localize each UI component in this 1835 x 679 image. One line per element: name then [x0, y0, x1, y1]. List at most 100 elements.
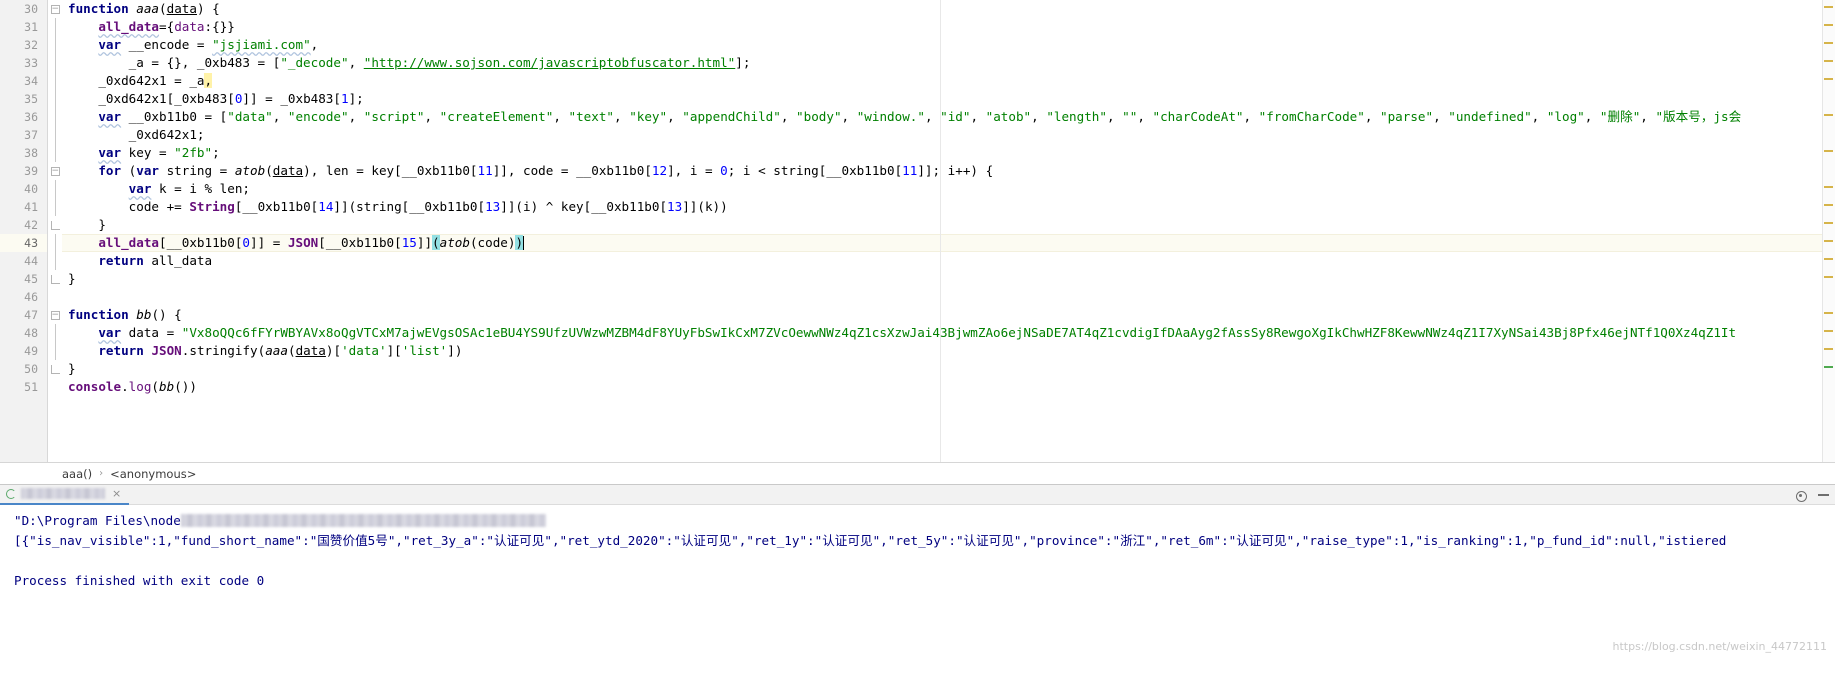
code-line[interactable]: } — [68, 270, 1835, 288]
line-number: 39 — [24, 164, 38, 178]
code-text-pane[interactable]: function aaa(data) { all_data={data:{}} … — [62, 0, 1835, 462]
line-number: 31 — [24, 20, 38, 34]
fold-none — [48, 378, 62, 396]
code-line[interactable]: return JSON.stringify(aaa(data)['data'][… — [68, 342, 1835, 360]
minimize-icon[interactable] — [1818, 494, 1829, 496]
warning-marker[interactable] — [1824, 330, 1833, 332]
code-line[interactable]: code += String[__0xb11b0[14]](string[__0… — [68, 198, 1835, 216]
code-line-current[interactable]: all_data[__0xb11b0[0]] = JSON[__0xb11b0[… — [68, 234, 1835, 252]
fold-line — [48, 18, 62, 36]
ide-window: 30 31 32 33 34 35 36 37 38 39 40 41 42 4… — [0, 0, 1835, 679]
code-line[interactable] — [68, 288, 1835, 306]
warning-marker[interactable] — [1824, 42, 1833, 44]
warning-marker[interactable] — [1824, 204, 1833, 206]
warning-marker[interactable] — [1824, 240, 1833, 242]
code-line[interactable]: } — [68, 360, 1835, 378]
warning-marker[interactable] — [1824, 276, 1833, 278]
code-line[interactable]: function bb() { — [68, 306, 1835, 324]
breadcrumb-item-function[interactable]: aaa() — [62, 467, 92, 481]
code-line[interactable]: } — [68, 216, 1835, 234]
line-number: 34 — [24, 74, 38, 88]
fold-none — [48, 288, 62, 306]
fold-line — [48, 90, 62, 108]
code-folding-gutter[interactable]: − − − — [48, 0, 62, 462]
run-status-icon — [6, 488, 16, 499]
breadcrumb-item-anonymous[interactable]: <anonymous> — [110, 467, 196, 481]
code-line[interactable]: var __encode = "jsjiami.com", — [68, 36, 1835, 54]
code-line[interactable]: _0xd642x1; — [68, 126, 1835, 144]
warning-marker[interactable] — [1824, 60, 1833, 62]
code-line[interactable]: var k = i % len; — [68, 180, 1835, 198]
fold-line — [48, 252, 62, 270]
fold-end-icon[interactable] — [48, 360, 62, 378]
fold-line — [48, 180, 62, 198]
line-number: 44 — [24, 254, 38, 268]
console-command-text: "D:\Program Files\node — [14, 513, 181, 528]
line-number: 40 — [24, 182, 38, 196]
line-number: 49 — [24, 344, 38, 358]
line-number: 50 — [24, 362, 38, 376]
fold-line — [48, 108, 62, 126]
editor-scrollbar-markers[interactable] — [1822, 0, 1835, 462]
fold-end-icon[interactable] — [48, 270, 62, 288]
fold-line — [48, 324, 62, 342]
run-tool-window: × "D:\Program Files\node [{"is_nav_visib… — [0, 484, 1835, 679]
fold-toggle-icon[interactable]: − — [48, 162, 62, 180]
redacted-path — [180, 514, 546, 527]
warning-marker[interactable] — [1824, 348, 1833, 350]
code-line[interactable]: var key = "2fb"; — [68, 144, 1835, 162]
run-window-toolbar[interactable] — [1795, 485, 1829, 505]
breadcrumb[interactable]: aaa() › <anonymous> — [0, 462, 1835, 484]
gear-icon[interactable] — [1795, 490, 1807, 502]
warning-marker[interactable] — [1824, 78, 1833, 80]
code-line[interactable]: all_data={data:{}} — [68, 18, 1835, 36]
line-number: 37 — [24, 128, 38, 142]
line-number: 47 — [24, 308, 38, 322]
console-exit-message: Process finished with exit code 0 — [14, 573, 265, 588]
warning-marker[interactable] — [1824, 114, 1833, 116]
code-line[interactable]: _a = {}, _0xb483 = ["_decode", "http://w… — [68, 54, 1835, 72]
line-number: 33 — [24, 56, 38, 70]
line-number: 35 — [24, 92, 38, 106]
fold-toggle-icon[interactable]: − — [48, 0, 62, 18]
warning-marker[interactable] — [1824, 6, 1833, 8]
line-number: 41 — [24, 200, 38, 214]
run-tab-bar[interactable]: × — [0, 485, 1835, 505]
fold-line — [48, 72, 62, 90]
line-number: 51 — [24, 380, 38, 394]
console-output[interactable]: "D:\Program Files\node [{"is_nav_visible… — [0, 505, 1835, 679]
code-line[interactable]: var __0xb11b0 = ["data", "encode", "scri… — [68, 108, 1835, 126]
warning-marker[interactable] — [1824, 150, 1833, 152]
line-number: 30 — [24, 2, 38, 16]
watermark-text: https://blog.csdn.net/weixin_44772111 — [1612, 640, 1827, 653]
close-icon[interactable]: × — [112, 487, 121, 500]
code-line[interactable]: var data = "Vx8oQQc6fFYrWBYAVx8oQgVTCxM7… — [68, 324, 1835, 342]
fold-line — [48, 126, 62, 144]
warning-marker[interactable] — [1824, 222, 1833, 224]
fold-line — [48, 36, 62, 54]
code-line[interactable]: for (var string = atob(data), len = key[… — [68, 162, 1835, 180]
line-number-gutter[interactable]: 30 31 32 33 34 35 36 37 38 39 40 41 42 4… — [0, 0, 48, 462]
fold-end-icon[interactable] — [48, 216, 62, 234]
code-line[interactable]: function aaa(data) { — [68, 0, 1835, 18]
run-configuration-tab[interactable]: × — [0, 485, 130, 505]
warning-marker[interactable] — [1824, 186, 1833, 188]
info-marker[interactable] — [1824, 366, 1833, 368]
warning-marker[interactable] — [1824, 312, 1833, 314]
console-json-output: [{"is_nav_visible":1,"fund_short_name":"… — [14, 533, 1727, 548]
code-line[interactable]: _0xd642x1 = _a, — [68, 72, 1835, 90]
fold-line — [48, 342, 62, 360]
warning-marker[interactable] — [1824, 24, 1833, 26]
line-number: 45 — [24, 272, 38, 286]
code-line[interactable]: _0xd642x1[_0xb483[0]] = _0xb483[1]; — [68, 90, 1835, 108]
line-number: 36 — [24, 110, 38, 124]
run-tab-label — [21, 488, 105, 499]
code-line[interactable]: return all_data — [68, 252, 1835, 270]
line-number: 46 — [24, 290, 38, 304]
warning-marker[interactable] — [1824, 258, 1833, 260]
line-number: 48 — [24, 326, 38, 340]
fold-toggle-icon[interactable]: − — [48, 306, 62, 324]
editor-area[interactable]: 30 31 32 33 34 35 36 37 38 39 40 41 42 4… — [0, 0, 1835, 462]
code-line[interactable]: console.log(bb()) — [68, 378, 1835, 396]
line-number: 42 — [24, 218, 38, 232]
